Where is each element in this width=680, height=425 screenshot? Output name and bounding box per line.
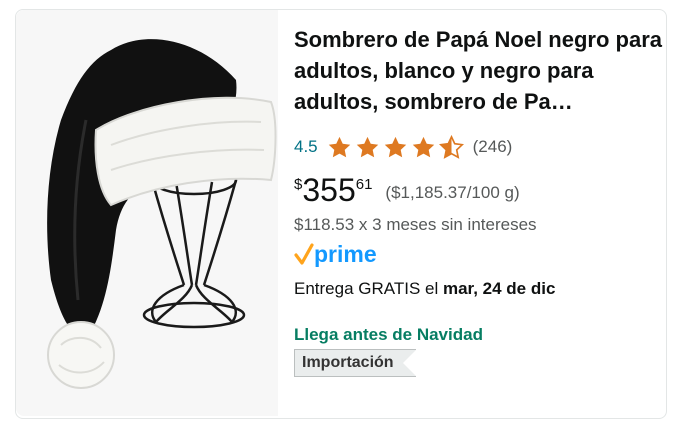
prime-label: prime	[314, 241, 377, 267]
product-image[interactable]	[16, 10, 278, 416]
installments-text: $118.53 x 3 meses sin intereses	[294, 215, 537, 234]
star-full-icon	[356, 136, 378, 157]
delivery-date: mar, 24 de dic	[442, 279, 556, 298]
prime-check-icon: prime	[294, 241, 377, 267]
import-badge: Importación	[294, 349, 417, 377]
star-full-icon	[412, 136, 434, 157]
delivery-info: Entrega GRATIS el mar, 24 de dic	[294, 279, 664, 299]
product-info: Sombrero de Papá Noel negro para adultos…	[294, 24, 664, 377]
unit-price: ($1,185.37/100 g)	[385, 183, 520, 202]
product-title[interactable]: Sombrero de Papá Noel negro para adultos…	[294, 24, 664, 120]
rating-row[interactable]: 4.5 (246)	[294, 134, 664, 160]
star-full-icon	[328, 136, 350, 157]
product-card[interactable]: Sombrero de Papá Noel negro para adultos…	[15, 9, 667, 419]
star-rating[interactable]	[327, 134, 467, 160]
price-currency: $	[294, 176, 303, 193]
christmas-delivery-label: Llega antes de Navidad	[294, 325, 483, 344]
price[interactable]: $ 355 61 ($1,185.37/100 g)	[294, 171, 664, 209]
price-fraction: 61	[355, 176, 373, 193]
star-half-icon	[438, 134, 464, 159]
delivery-prefix: Entrega GRATIS el	[294, 279, 443, 298]
star-full-icon	[384, 136, 406, 157]
prime-badge: prime	[294, 241, 664, 269]
price-whole: 355	[302, 172, 356, 208]
review-count[interactable]: (246)	[473, 137, 513, 157]
rating-value[interactable]: 4.5	[294, 137, 318, 157]
